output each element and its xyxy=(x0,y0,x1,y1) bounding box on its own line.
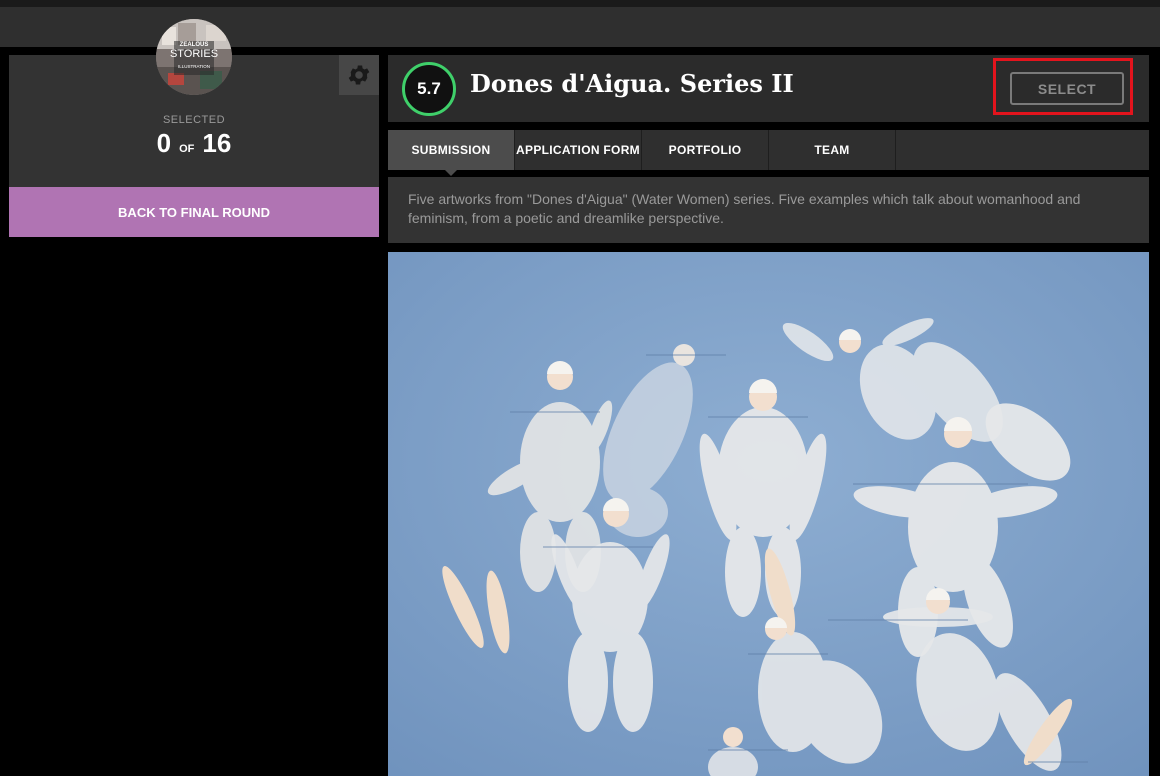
tab-team[interactable]: TEAM xyxy=(769,130,896,170)
avatar-text-3: ILLUSTRATION xyxy=(178,64,210,69)
artwork-image[interactable] xyxy=(388,252,1149,776)
avatar-text-2: STORIES xyxy=(170,48,218,60)
selected-count: 0 xyxy=(156,128,172,158)
avatar[interactable]: ZEALOUS STORIES ILLUSTRATION xyxy=(156,19,232,95)
submission-description: Five artworks from "Dones d'Aigua" (Wate… xyxy=(408,191,1081,226)
of-label: OF xyxy=(179,143,195,155)
tab-application-form[interactable]: APPLICATION FORM xyxy=(515,130,642,170)
submission-title: Dones d'Aigua. Series II xyxy=(470,69,794,98)
swimmers-painting xyxy=(388,252,1149,776)
back-to-final-round-button[interactable]: BACK TO FINAL ROUND xyxy=(9,187,379,237)
tab-submission[interactable]: SUBMISSION xyxy=(388,130,515,176)
select-button[interactable]: SELECT xyxy=(1010,72,1124,105)
top-strip xyxy=(0,0,1160,7)
tab-bar: SUBMISSION APPLICATION FORM PORTFOLIO TE… xyxy=(388,130,1149,176)
selected-count-display: 0 OF 16 xyxy=(9,128,379,159)
tab-portfolio[interactable]: PORTFOLIO xyxy=(642,130,769,170)
score-badge: 5.7 xyxy=(402,62,456,116)
gear-icon xyxy=(348,65,370,85)
settings-button[interactable] xyxy=(339,55,379,95)
selected-label: SELECTED xyxy=(162,114,226,126)
total-count: 16 xyxy=(202,128,232,158)
avatar-image: ZEALOUS STORIES ILLUSTRATION xyxy=(156,19,232,95)
